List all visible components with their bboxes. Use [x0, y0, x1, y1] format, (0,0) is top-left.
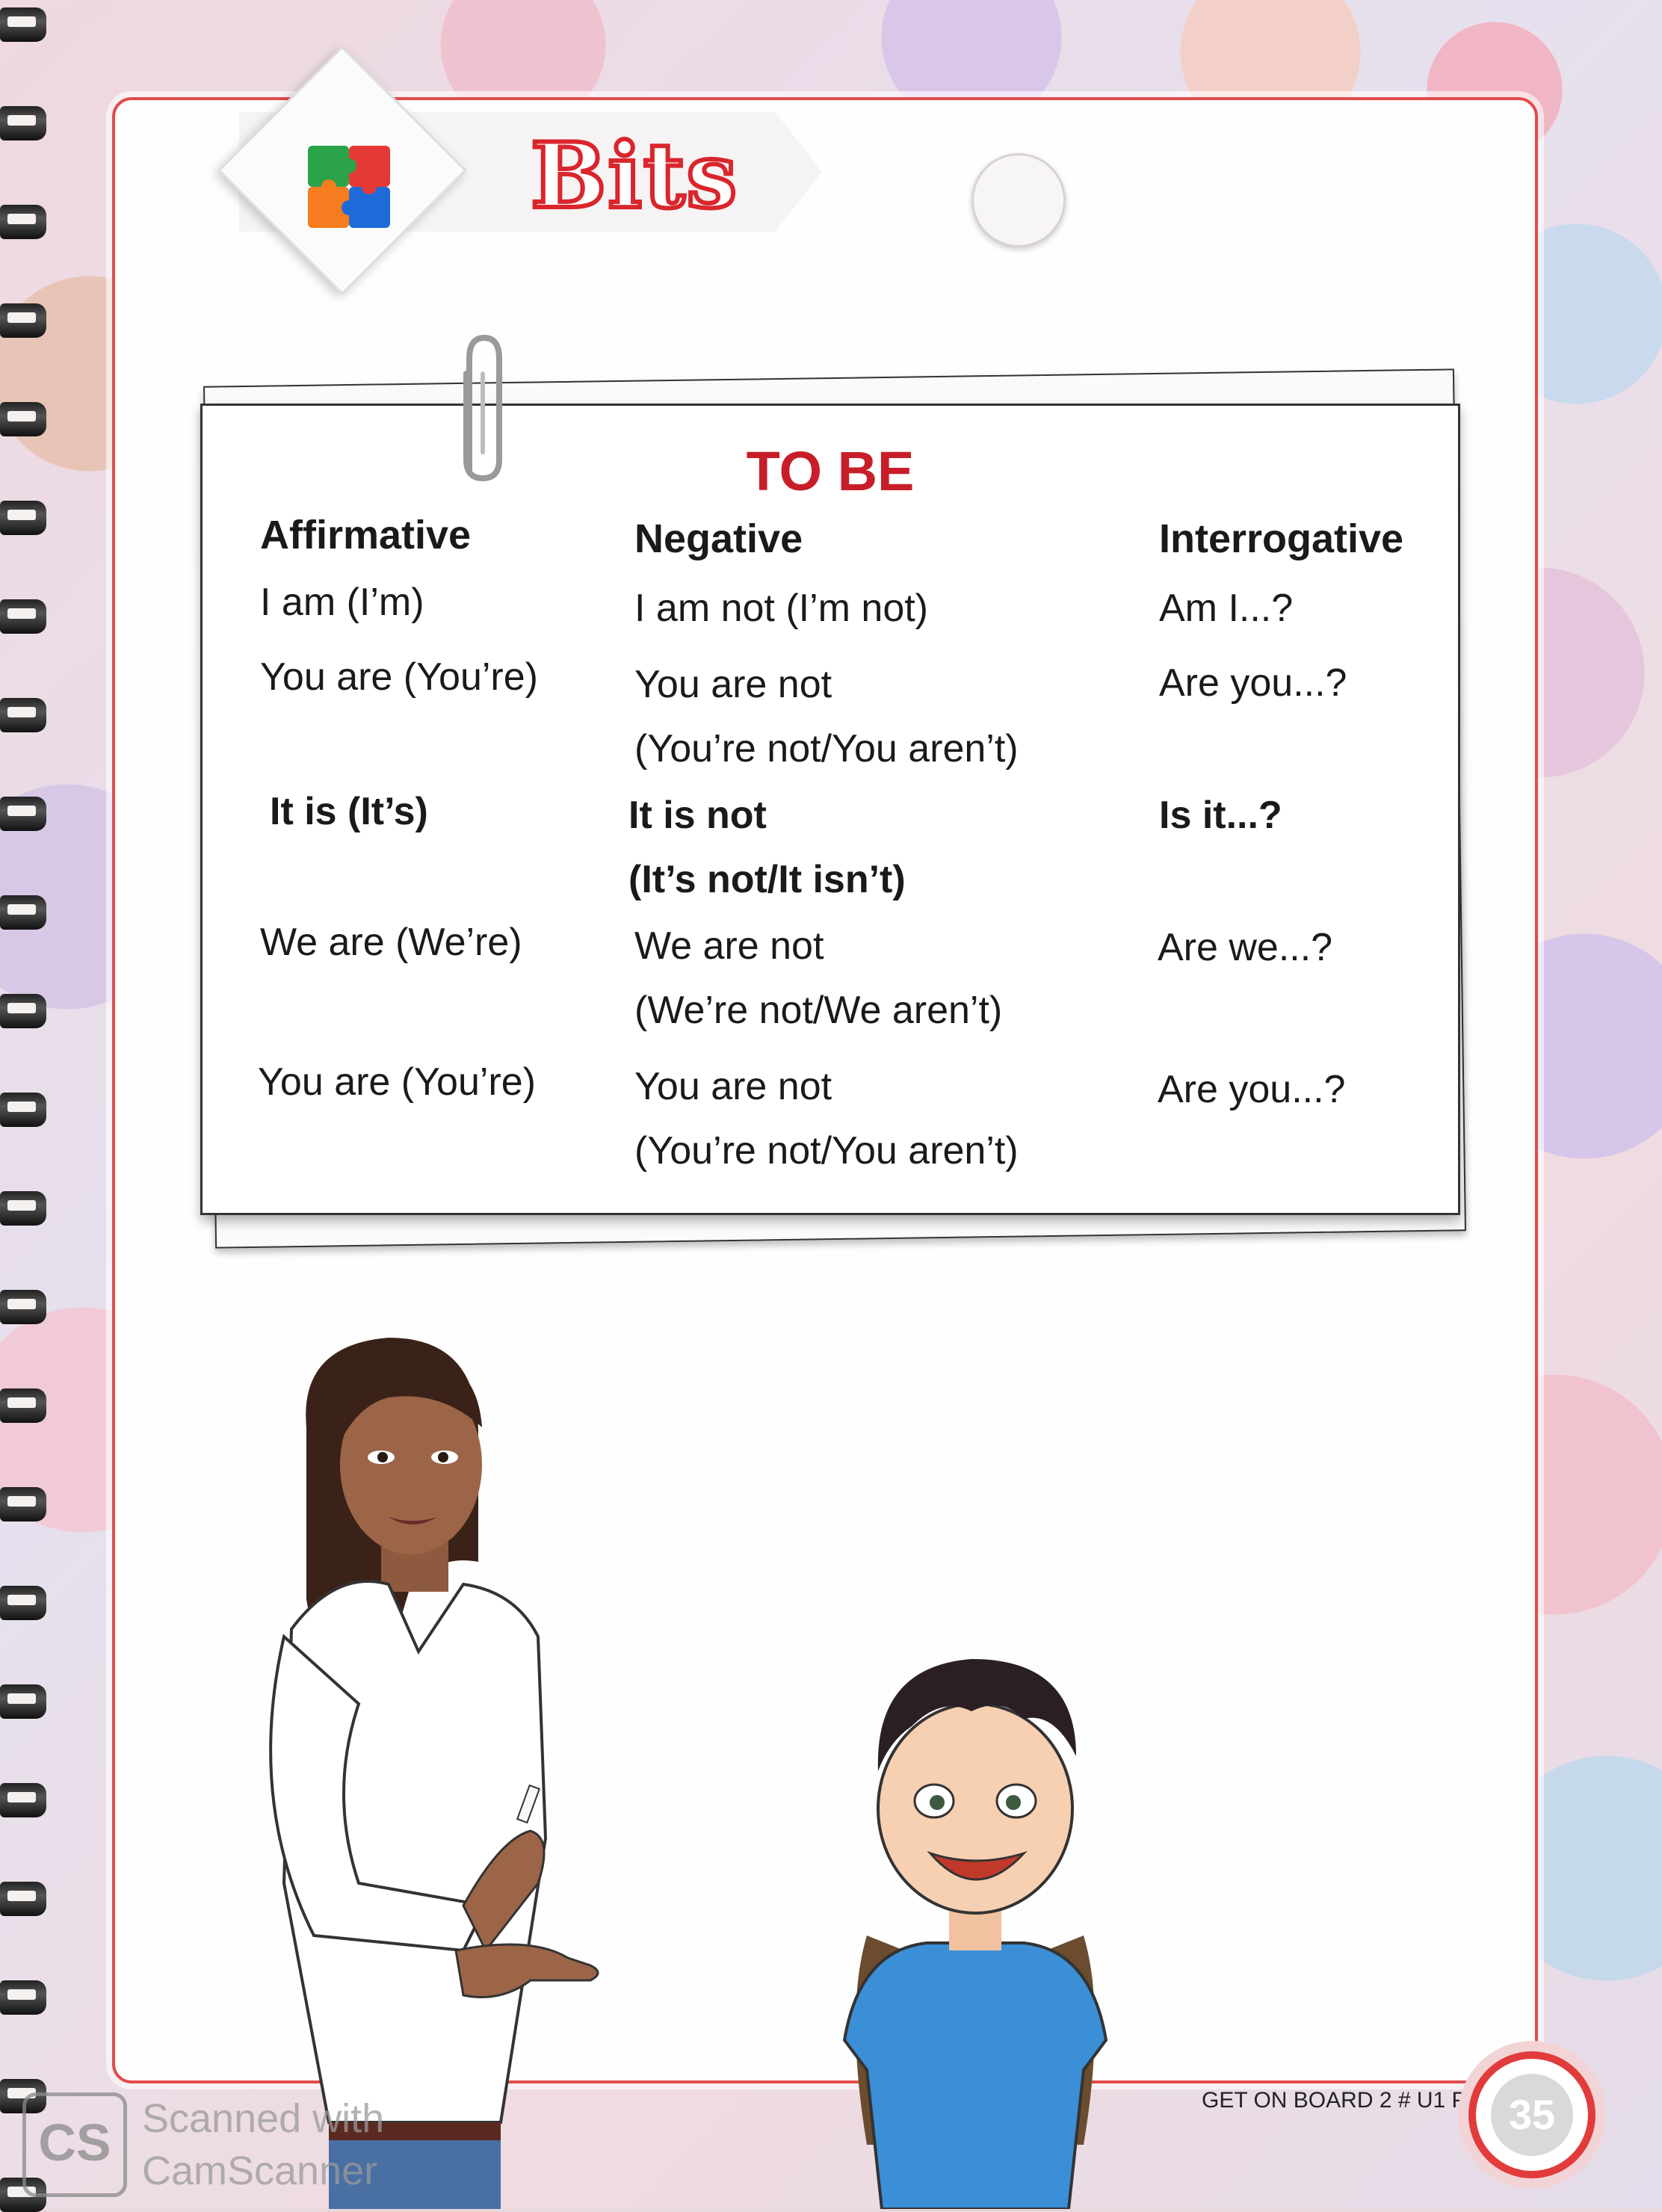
teacher-illustration — [269, 1338, 599, 2209]
spiral-ring — [0, 1290, 46, 1324]
interrogative-cell: Am I...? — [1159, 587, 1294, 630]
grammar-table-card: TO BE Affirmative Negative Interrogative… — [200, 404, 1460, 1215]
affirmative-cell: I am (I’m) — [260, 581, 424, 624]
column-header-affirmative: Affirmative — [260, 513, 472, 557]
negative-cell-contraction: (You’re not/You aren’t) — [634, 1129, 1019, 1173]
camscanner-logo: CS — [22, 2092, 127, 2197]
spiral-ring — [0, 1191, 46, 1226]
column-header-interrogative: Interrogative — [1159, 516, 1404, 561]
banner-circle — [971, 153, 1066, 247]
negative-cell-contraction: (We’re not/We aren’t) — [634, 989, 1003, 1032]
spiral-ring — [0, 1487, 46, 1521]
negative-cell: You are not — [634, 663, 832, 706]
scanner-watermark: CS Scanned with CamScanner — [22, 2085, 441, 2205]
student-boy-illustration — [842, 1659, 1108, 2209]
spiral-ring — [0, 1586, 46, 1620]
negative-cell: It is not — [628, 794, 767, 837]
spiral-ring — [0, 599, 46, 634]
spiral-ring — [0, 303, 46, 338]
spiral-ring — [0, 1980, 46, 2015]
spiral-ring — [0, 994, 46, 1028]
header-banner: Bits — [127, 45, 1066, 295]
spiral-ring — [0, 205, 46, 239]
spiral-ring — [0, 1882, 46, 1916]
negative-cell: You are not — [634, 1065, 832, 1108]
spiral-ring — [0, 1684, 46, 1719]
spiral-ring — [0, 106, 46, 140]
interrogative-cell: Is it...? — [1159, 794, 1282, 837]
spiral-binding — [0, 0, 52, 2212]
column-header-negative: Negative — [634, 516, 803, 561]
spiral-ring — [0, 1093, 46, 1127]
affirmative-cell: We are (We’re) — [260, 921, 522, 964]
interrogative-cell: Are we...? — [1158, 926, 1333, 969]
interrogative-cell: Are you...? — [1159, 661, 1347, 705]
interrogative-cell: Are you...? — [1158, 1068, 1346, 1111]
spiral-ring — [0, 501, 46, 535]
affirmative-cell: It is (It’s) — [270, 790, 428, 833]
book-reference: GET ON BOARD 2 # U1 PC — [1202, 2088, 1483, 2113]
puzzle-icon — [308, 146, 390, 228]
affirmative-cell: You are (You’re) — [260, 655, 538, 699]
page-title: Bits — [528, 121, 739, 231]
table-title: TO BE — [746, 440, 915, 502]
spiral-ring — [0, 1388, 46, 1423]
negative-cell: I am not (I’m not) — [634, 587, 928, 630]
spiral-ring — [0, 1783, 46, 1817]
negative-cell-contraction: (You’re not/You aren’t) — [634, 727, 1019, 770]
negative-cell-contraction: (It’s not/It isn’t) — [628, 858, 906, 901]
watermark-text: Scanned with CamScanner — [142, 2096, 385, 2193]
spiral-ring — [0, 895, 46, 930]
page-number-badge: 35 — [1468, 2051, 1595, 2178]
spiral-ring — [0, 7, 46, 42]
negative-cell: We are not — [634, 924, 824, 968]
affirmative-cell: You are (You’re) — [258, 1060, 536, 1104]
spiral-ring — [0, 797, 46, 831]
spiral-ring — [0, 698, 46, 732]
page-number: 35 — [1491, 2074, 1573, 2156]
spiral-ring — [0, 402, 46, 436]
paperclip-icon — [463, 334, 502, 482]
